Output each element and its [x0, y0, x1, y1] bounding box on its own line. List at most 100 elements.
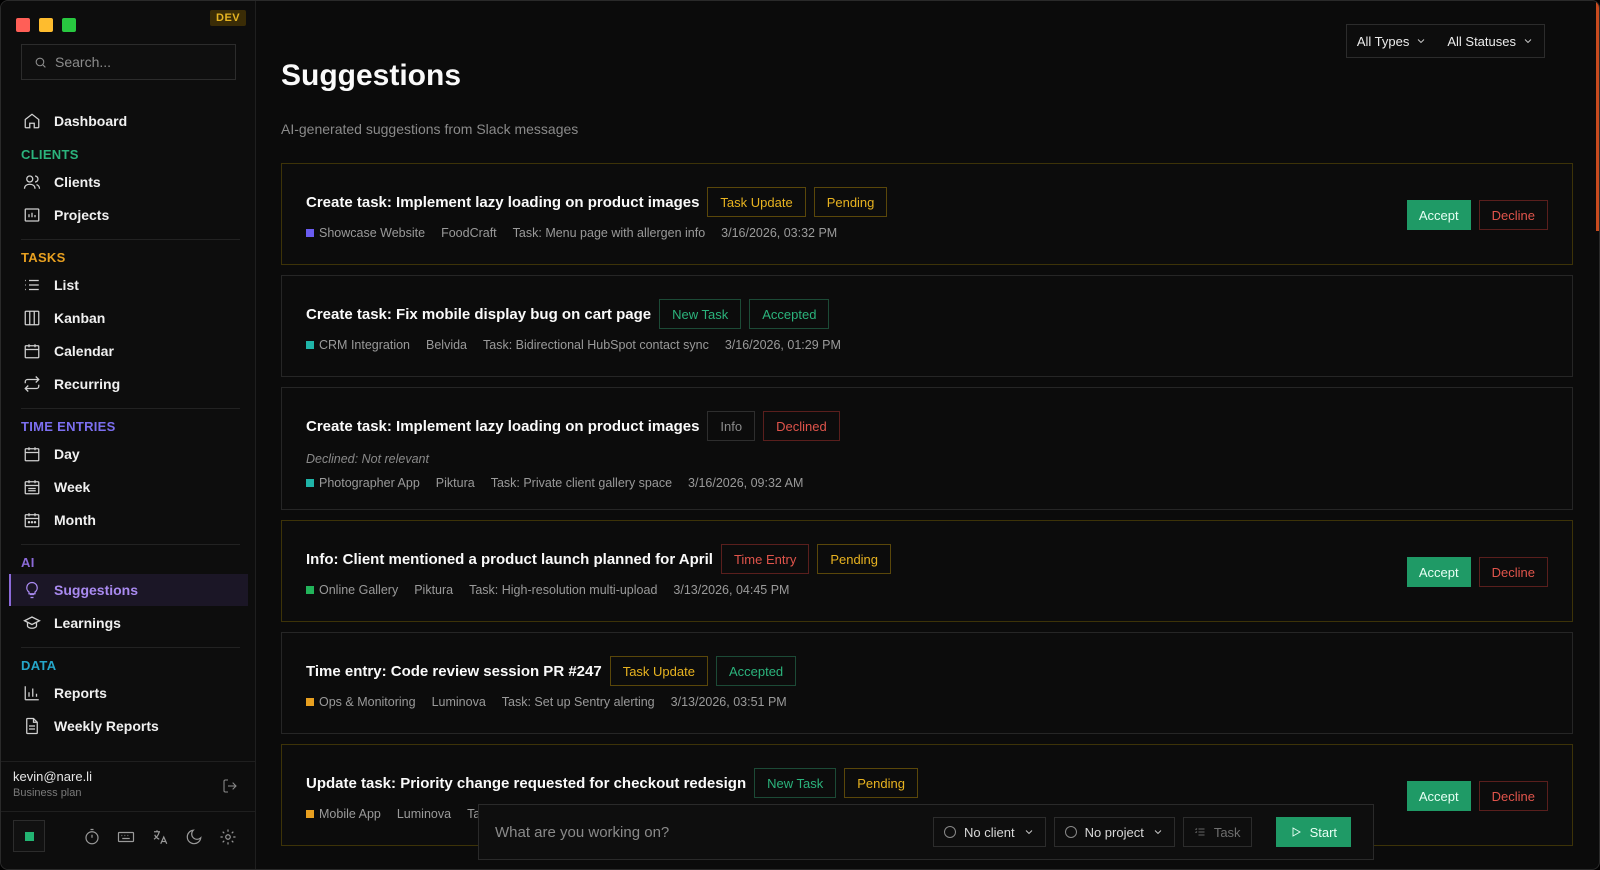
status-badge: Accepted	[749, 299, 830, 329]
list-icon	[25, 279, 39, 291]
type-badge: Task Update	[707, 187, 806, 217]
project-name: Online Gallery	[319, 583, 399, 597]
divider	[21, 647, 240, 648]
kanban-icon	[24, 310, 40, 326]
sidebar-item-label: Recurring	[54, 376, 121, 392]
start-timer-button[interactable]: Start	[1275, 817, 1352, 847]
sidebar-item-label: Week	[54, 479, 91, 495]
suggestion-card: Info: Client mentioned a product launch …	[281, 520, 1573, 622]
suggestion-title: Time entry: Code review session PR #247	[306, 662, 602, 680]
client-name: Piktura	[414, 583, 454, 597]
type-badge: Time Entry	[720, 544, 810, 574]
graduation-cap-icon	[23, 616, 41, 629]
timer-description-input[interactable]	[495, 823, 925, 841]
sidebar-item-clients[interactable]: Clients	[9, 166, 248, 198]
section-label-ai: AI	[21, 555, 35, 570]
lightbulb-icon	[26, 581, 38, 599]
main-content: All Types All Statuses Suggestions AI-ge…	[257, 1, 1599, 869]
timestamp: 3/13/2026, 04:45 PM	[673, 583, 790, 597]
task-list-icon	[1195, 828, 1205, 836]
project-select[interactable]: No project	[1053, 817, 1175, 847]
sidebar-item-month[interactable]: Month	[9, 504, 248, 536]
gear-icon[interactable]	[219, 828, 237, 846]
sidebar-item-recurring[interactable]: Recurring	[9, 368, 248, 400]
filter-bar: All Types All Statuses	[1345, 24, 1545, 58]
divider	[21, 239, 240, 240]
chevron-down-icon	[1524, 39, 1532, 44]
chevron-down-icon	[1025, 830, 1032, 835]
decline-button[interactable]: Decline	[1478, 200, 1548, 230]
type-badge: Task Update	[609, 656, 708, 686]
sidebar-item-label: Reports	[54, 685, 107, 701]
sidebar-item-day[interactable]: Day	[9, 438, 248, 470]
sidebar-item-week[interactable]: Week	[9, 471, 248, 503]
decline-button[interactable]: Decline	[1478, 781, 1548, 811]
sidebar-item-label: Weekly Reports	[54, 718, 159, 734]
type-filter-value: All Types	[1356, 33, 1410, 49]
search-box[interactable]	[21, 44, 236, 80]
scrollbar[interactable]	[1596, 1, 1599, 231]
maximize-window-button[interactable]	[62, 18, 76, 32]
close-window-button[interactable]	[16, 18, 30, 32]
moon-icon[interactable]	[185, 828, 203, 846]
client-name: Piktura	[435, 476, 475, 490]
minimize-window-button[interactable]	[39, 18, 53, 32]
status-filter-select[interactable]: All Statuses	[1437, 25, 1544, 57]
suggestion-title: Update task: Priority change requested f…	[306, 774, 747, 792]
sidebar-item-label: Month	[54, 512, 96, 528]
sidebar-item-calendar[interactable]: Calendar	[9, 335, 248, 367]
type-filter-select[interactable]: All Types	[1347, 25, 1438, 57]
decline-button[interactable]: Decline	[1478, 557, 1548, 587]
section-label-tasks: TASKS	[21, 250, 66, 265]
client-name: FoodCraft	[441, 226, 497, 240]
status-badge: Accepted	[715, 656, 797, 686]
timestamp: 3/16/2026, 01:29 PM	[724, 338, 841, 352]
accept-button[interactable]: Accept	[1406, 200, 1471, 230]
keyboard-icon[interactable]	[117, 828, 135, 846]
task-name: Task: High-resolution multi-upload	[469, 583, 658, 597]
accept-button[interactable]: Accept	[1406, 781, 1471, 811]
repeat-icon	[24, 376, 40, 392]
calendar-day-icon	[24, 447, 40, 462]
start-label: Start	[1309, 824, 1338, 840]
project-name: Photographer App	[319, 476, 420, 490]
type-badge: Info	[707, 411, 756, 441]
type-badge: New Task	[754, 768, 837, 798]
task-name: Task: Set up Sentry alerting	[501, 695, 655, 709]
env-badge: DEV	[210, 10, 247, 26]
sidebar-item-weekly-reports[interactable]: Weekly Reports	[9, 710, 248, 742]
translate-icon[interactable]	[151, 828, 169, 846]
sidebar-item-label: Kanban	[54, 310, 106, 326]
type-badge: New Task	[659, 299, 742, 329]
task-name: Task: Bidirectional HubSpot contact sync	[483, 338, 709, 352]
decline-note: Declined: Not relevant	[306, 452, 429, 466]
divider	[21, 408, 240, 409]
suggestion-title: Create task: Implement lazy loading on p…	[306, 193, 700, 211]
sidebar-item-label: Projects	[54, 207, 110, 223]
sidebar-item-projects[interactable]: Projects	[9, 199, 248, 231]
play-icon	[1292, 827, 1301, 837]
user-panel: kevin@nare.li Business plan	[1, 761, 256, 811]
search-input[interactable]	[55, 54, 215, 70]
project-color-dot	[306, 341, 314, 349]
task-select[interactable]: Task	[1182, 817, 1252, 847]
client-select[interactable]: No client	[933, 817, 1046, 847]
sidebar-item-label: Day	[54, 446, 80, 462]
status-filter-value: All Statuses	[1447, 33, 1516, 49]
suggestion-title: Info: Client mentioned a product launch …	[306, 550, 713, 568]
logout-icon[interactable]	[222, 778, 238, 794]
sidebar-item-learnings[interactable]: Learnings	[9, 607, 248, 639]
sidebar-item-kanban[interactable]: Kanban	[9, 302, 248, 334]
calendar-week-icon	[24, 480, 40, 495]
task-select-value: Task	[1213, 824, 1241, 840]
sidebar-item-list[interactable]: List	[9, 269, 248, 301]
client-select-value: No client	[964, 824, 1015, 840]
sidebar-nav: Dashboard CLIENTS Clients Projects TASKS…	[9, 105, 248, 743]
status-indicator[interactable]	[13, 820, 45, 852]
sidebar-item-dashboard[interactable]: Dashboard	[9, 105, 248, 137]
accept-button[interactable]: Accept	[1406, 557, 1471, 587]
calendar-month-icon	[24, 513, 40, 528]
sidebar-item-reports[interactable]: Reports	[9, 677, 248, 709]
sidebar-item-suggestions[interactable]: Suggestions	[9, 574, 248, 606]
timer-icon[interactable]	[83, 828, 101, 846]
